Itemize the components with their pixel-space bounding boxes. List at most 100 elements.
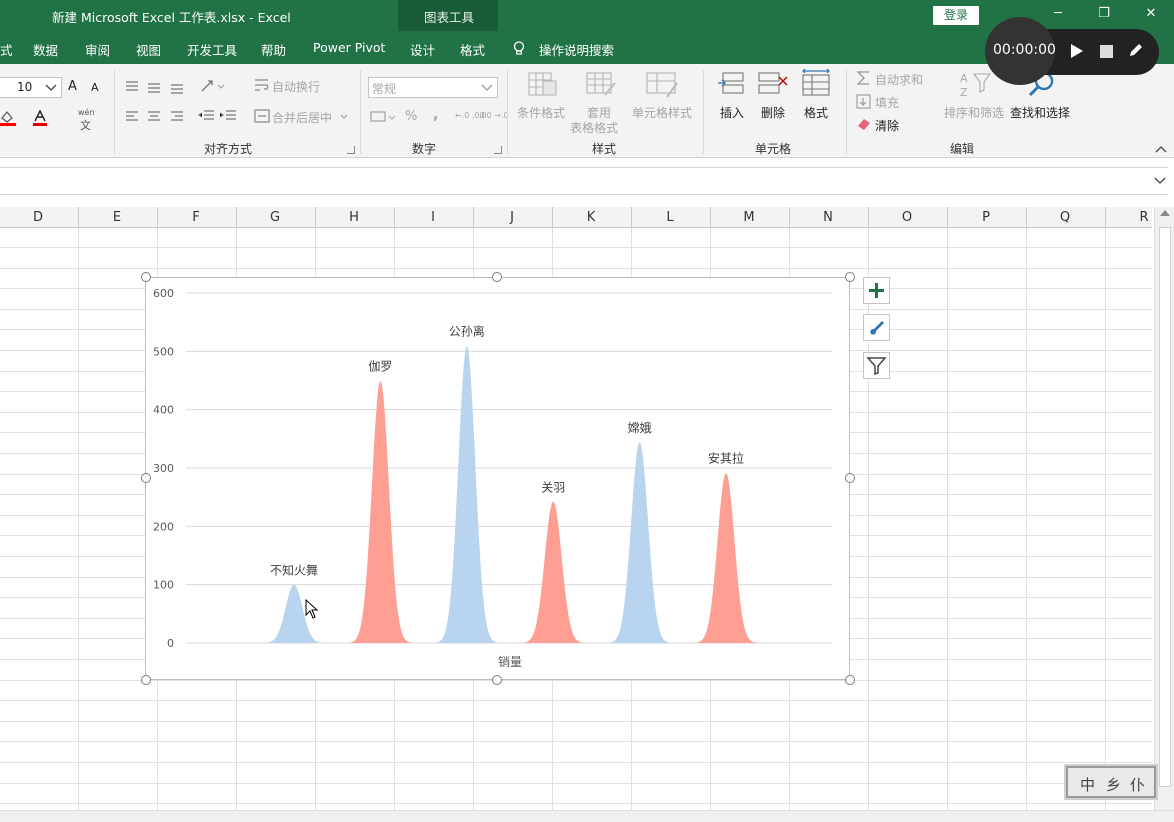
column-header-e[interactable]: E [107,210,127,225]
peak-label[interactable]: 关羽 [541,480,565,494]
cell-styles-button[interactable]: 单元格样式 [632,104,692,121]
autosum-icon[interactable] [856,70,872,86]
format-as-table-line2[interactable]: 表格格式 [570,119,618,136]
column-header-o[interactable]: O [897,210,917,225]
format-cells-icon[interactable] [800,69,832,99]
tab-formulas[interactable]: 式 [0,40,13,59]
shrink-font-button[interactable]: A [91,81,99,94]
column-header-m[interactable]: M [739,210,759,225]
tab-review[interactable]: 审阅 [85,40,110,59]
peak-label[interactable]: 不知火舞 [270,564,318,578]
chart-elements-button[interactable] [863,277,890,304]
fill-icon[interactable] [856,94,872,110]
eraser-icon[interactable] [856,117,872,131]
tab-developer[interactable]: 开发工具 [187,40,237,59]
insert-button[interactable]: 插入 [720,104,744,121]
pen-icon[interactable] [1128,42,1144,58]
expand-formula-icon[interactable] [1154,177,1166,185]
wrap-text-icon[interactable] [254,77,270,93]
column-header-d[interactable]: D [28,210,48,225]
sort-filter-button[interactable]: 排序和筛选 [944,104,1004,121]
tab-chart-design[interactable]: 设计 [410,40,435,59]
chart-styles-button[interactable] [863,314,890,341]
column-header-i[interactable]: I [423,210,443,225]
collapse-ribbon-icon[interactable] [1155,145,1167,153]
column-header-n[interactable]: N [818,210,838,225]
comma-style-button[interactable]: , [433,107,438,123]
merge-center-icon[interactable] [254,108,270,124]
phonetic-pinyin[interactable]: wén [78,108,95,117]
peak-label[interactable]: 嫦娥 [628,420,652,435]
column-header-j[interactable]: J [502,210,522,225]
peak-label[interactable]: 伽罗 [368,359,392,374]
delete-button[interactable]: 删除 [761,104,785,121]
stop-icon[interactable] [1100,45,1113,58]
chart-area[interactable]: 0 100 200 300 400 500 600 不知火舞 伽罗 公孙离 关羽 嫦娥 安其拉 销量 [145,277,850,680]
cell-styles-icon[interactable] [645,71,679,99]
delete-cells-icon[interactable] [757,71,789,99]
merge-center-button[interactable]: 合并后居中 [272,109,332,126]
tab-view[interactable]: 视图 [136,40,161,59]
indent-icons[interactable] [198,109,240,123]
column-header-g[interactable]: G [265,210,285,225]
resize-handle-right[interactable] [845,473,855,483]
horizontal-align-icons[interactable] [125,110,185,124]
format-button[interactable]: 格式 [804,104,828,121]
tab-power-pivot[interactable]: Power Pivot [313,40,385,55]
resize-handle-bottom[interactable] [492,675,502,685]
format-as-table-icon[interactable] [585,71,617,99]
number-format-select[interactable]: 常规 [368,77,498,98]
peak-2[interactable] [435,345,498,644]
vertical-scrollbar[interactable] [1154,207,1174,810]
conditional-format-button[interactable]: 条件格式 [517,104,565,121]
font-color-icon[interactable] [32,109,48,127]
horizontal-scrollbar[interactable] [0,810,1174,822]
vertical-align-icons[interactable] [125,80,185,94]
resize-handle-bottom-right[interactable] [845,675,855,685]
resize-handle-top-left[interactable] [141,272,151,282]
number-launcher-icon[interactable] [494,146,502,154]
column-header-h[interactable]: H [344,210,364,225]
insert-cells-icon[interactable] [717,71,747,99]
autosum-button[interactable]: 自动求和 [875,71,923,88]
find-select-button[interactable]: 查找和选择 [1010,104,1070,121]
wrap-text-button[interactable]: 自动换行 [272,78,320,95]
column-header-l[interactable]: L [660,210,680,225]
resize-handle-top-right[interactable] [845,272,855,282]
tab-help[interactable]: 帮助 [261,40,286,59]
decrease-decimal-button[interactable]: .00 →.0 [479,111,509,120]
resize-handle-bottom-left[interactable] [141,675,151,685]
orientation-icon[interactable] [200,77,226,95]
tab-data[interactable]: 数据 [33,40,58,59]
tell-me-search[interactable]: 操作说明搜索 [539,40,614,59]
formula-bar[interactable] [0,167,1168,195]
fill-color-icon[interactable] [0,109,16,127]
column-header-r[interactable]: R [1134,210,1154,225]
peak-label[interactable]: 公孙离 [449,324,485,339]
percent-style-button[interactable]: % [405,109,417,124]
peak-5[interactable] [695,472,757,643]
conditional-format-icon[interactable] [527,71,559,99]
peak-3[interactable] [522,501,585,643]
alignment-launcher-icon[interactable] [347,146,355,154]
column-header-p[interactable]: P [976,210,996,225]
currency-icon[interactable] [370,110,396,124]
x-axis-title[interactable]: 销量 [498,655,522,669]
column-header-k[interactable]: K [581,210,601,225]
play-icon[interactable] [1071,44,1083,58]
chart-plot[interactable]: 0 100 200 300 400 500 600 不知火舞 伽罗 公孙离关羽 嫦娥安其拉 销量 [146,278,849,679]
peak-label[interactable]: 安其拉 [708,451,744,466]
grow-font-button[interactable]: A [68,79,77,94]
column-header-q[interactable]: Q [1055,210,1075,225]
resize-handle-top[interactable] [492,272,502,282]
tab-chart-format[interactable]: 格式 [460,40,485,59]
peak-1[interactable] [349,380,412,644]
login-button[interactable]: 登录 [933,6,979,25]
clear-button[interactable]: 清除 [875,117,899,134]
scroll-thumb[interactable] [1159,227,1171,787]
font-size-box[interactable]: 10 [0,77,62,98]
column-header-f[interactable]: F [186,210,206,225]
scroll-up-arrow-icon[interactable] [1160,210,1170,216]
chart-filters-button[interactable] [863,352,890,379]
peak-4[interactable] [608,441,671,643]
